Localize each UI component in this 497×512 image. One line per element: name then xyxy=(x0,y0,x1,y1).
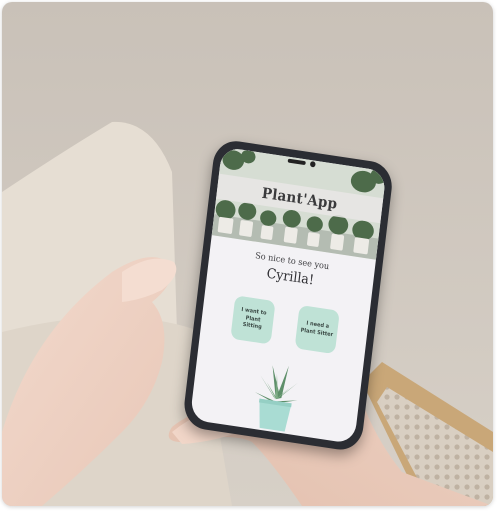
want-plant-sitting-label: I want to Plant Sitting xyxy=(241,307,267,331)
need-plant-sitter-button[interactable]: I need a Plant Sitter xyxy=(294,304,340,355)
want-plant-sitting-button[interactable]: I want to Plant Sitting xyxy=(230,295,276,345)
photo-card: Plant'App So nice to see you Cyrilla! I … xyxy=(2,2,493,506)
need-plant-sitter-label: I need a Plant Sitter xyxy=(300,320,334,338)
smartphone: Plant'App So nice to see you Cyrilla! I … xyxy=(181,138,395,453)
succulent-pot-icon xyxy=(254,365,298,432)
app-screen: Plant'App So nice to see you Cyrilla! I … xyxy=(189,146,387,445)
succulent-illustration xyxy=(249,357,304,435)
